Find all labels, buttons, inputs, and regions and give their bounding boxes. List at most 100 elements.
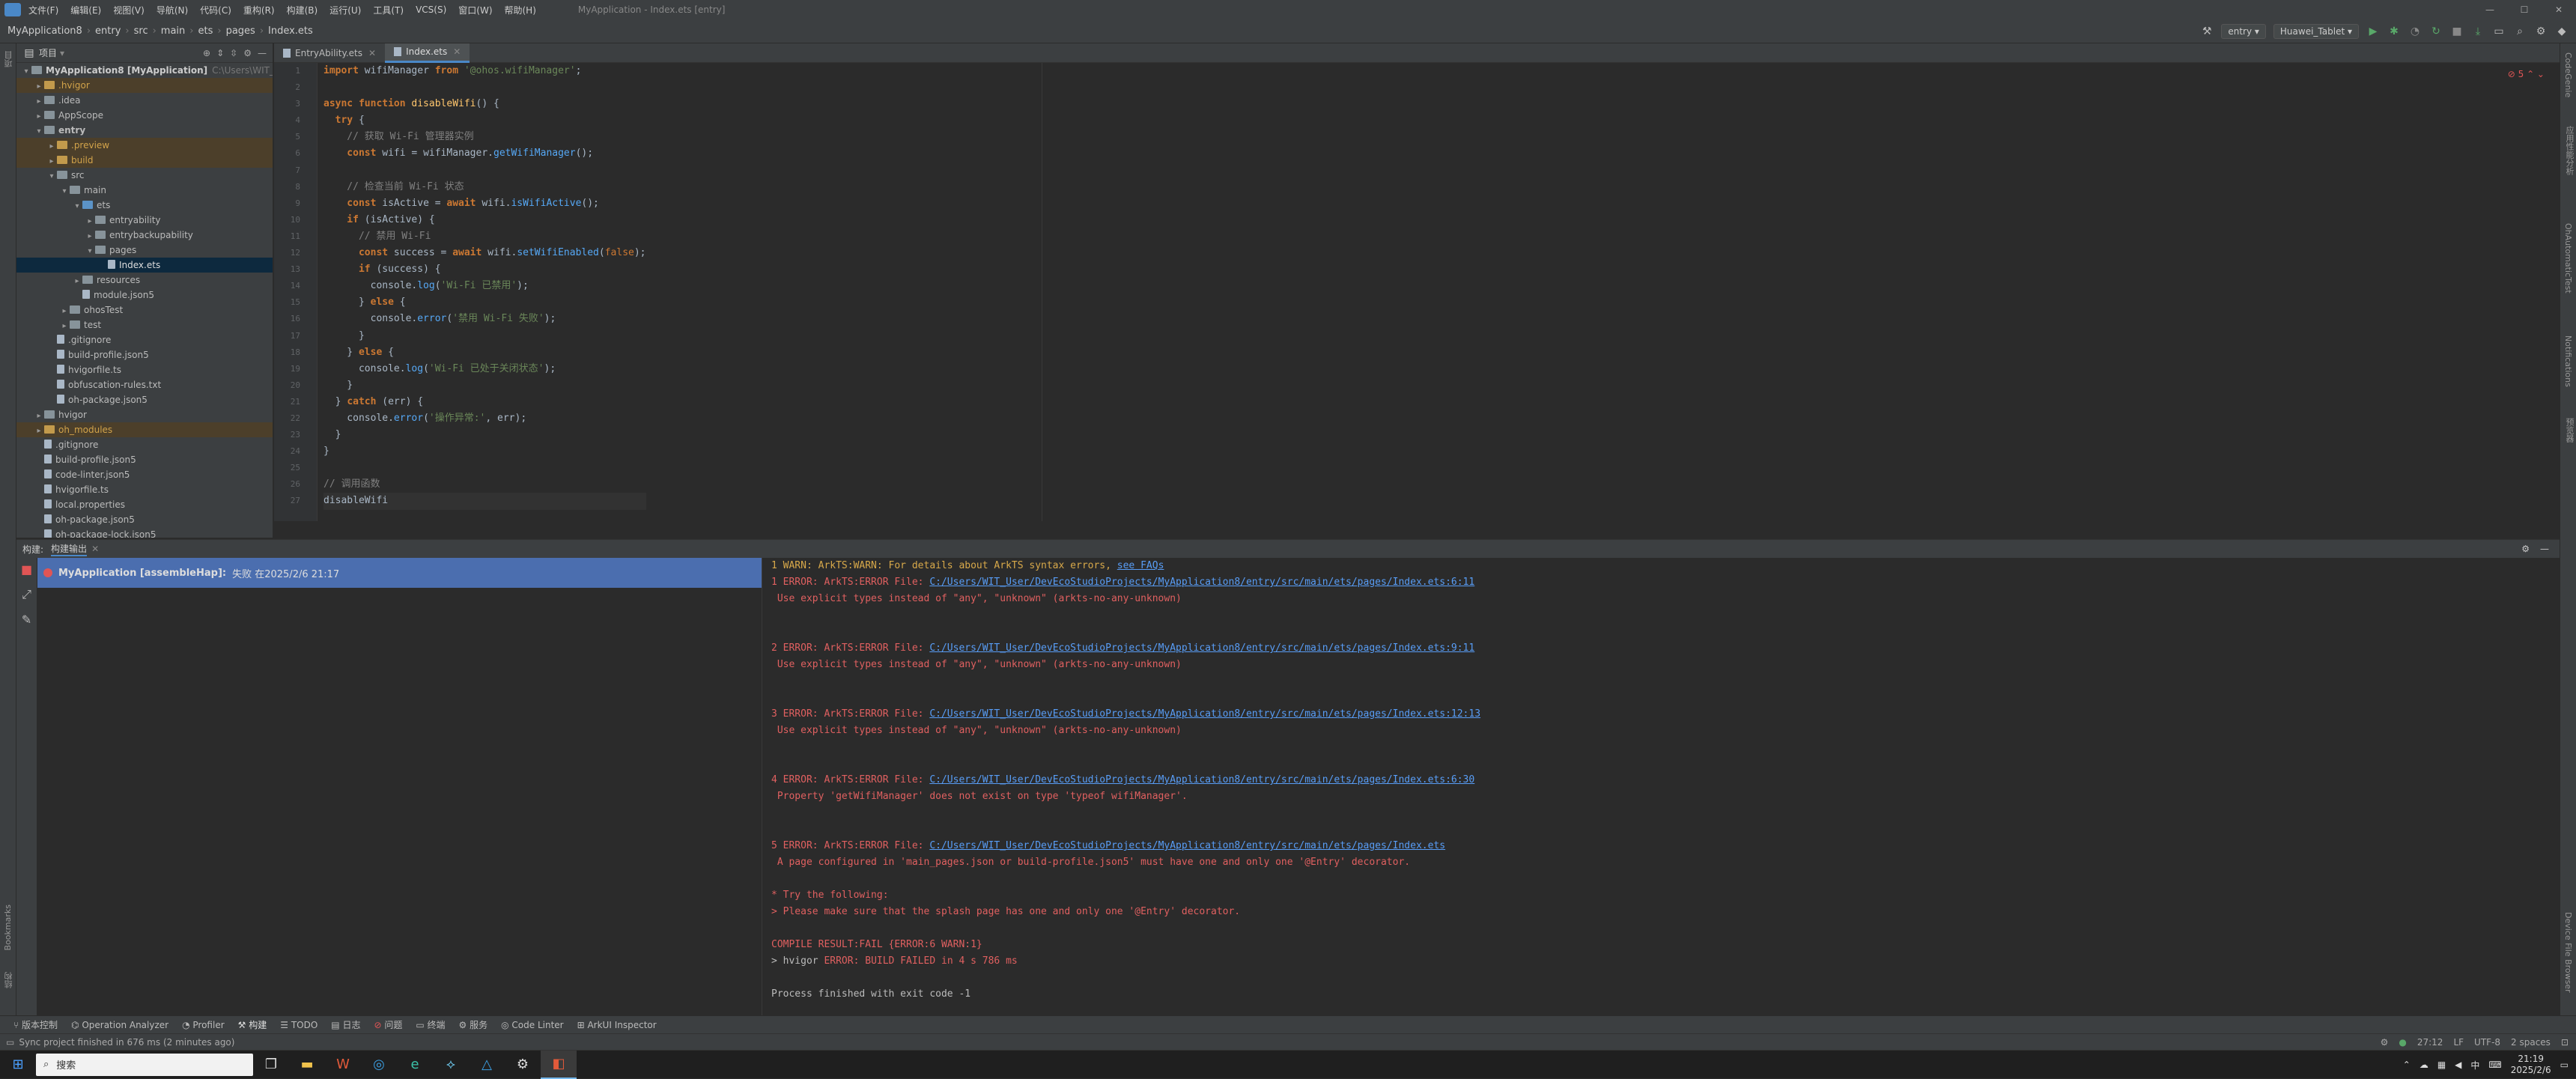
menu-item[interactable]: 重构(R) <box>243 4 275 16</box>
bottom-tab[interactable]: ⊘ 问题 <box>374 1018 402 1031</box>
device-file-browser-tool-tab[interactable]: Device File Browser <box>2563 912 2573 993</box>
chevron-right-icon[interactable]: ▸ <box>34 424 44 439</box>
search-icon[interactable]: ⌕ <box>2513 25 2527 38</box>
error-count-badge[interactable]: ⊘ 5 ⌃ ⌄ <box>2508 69 2545 79</box>
hide-icon[interactable]: — <box>2540 544 2549 554</box>
close-icon[interactable]: ✕ <box>2542 0 2576 19</box>
locate-icon[interactable]: ⊕ <box>203 48 210 58</box>
chevron-right-icon[interactable]: ▸ <box>34 94 44 109</box>
chevron-right-icon[interactable]: ▸ <box>72 274 82 289</box>
line-separator[interactable]: LF <box>2453 1037 2464 1048</box>
edge-browser-icon[interactable]: e <box>397 1051 433 1079</box>
run-icon[interactable]: ▶ <box>2366 25 2380 38</box>
collapse-all-icon[interactable]: ⇳ <box>230 48 237 58</box>
menu-item[interactable]: 视图(V) <box>113 4 145 16</box>
search-app-icon[interactable]: ◎ <box>361 1051 397 1079</box>
chevron-down-icon[interactable]: ▾ <box>59 184 70 199</box>
close-icon[interactable]: ✕ <box>453 42 461 61</box>
bottom-tab[interactable]: ▤ 日志 <box>331 1018 360 1031</box>
taskbar-search[interactable]: ⌕ 搜索 <box>36 1053 253 1076</box>
stop-icon[interactable]: ■ <box>2450 25 2464 38</box>
volume-icon[interactable]: ◀ <box>2455 1060 2461 1070</box>
tree-item[interactable]: build-profile.json5 <box>16 347 273 362</box>
tree-item[interactable]: .gitignore <box>16 437 273 452</box>
chevron-right-icon[interactable]: ▸ <box>46 139 57 154</box>
settings-icon[interactable]: ⚙ <box>505 1051 541 1079</box>
bottom-tab[interactable]: ⌬ Operation Analyzer <box>71 1020 168 1030</box>
taskbar-clock[interactable]: 21:19 2025/2/6 <box>2511 1054 2551 1076</box>
tree-item[interactable]: ▾ pages <box>16 243 273 258</box>
close-icon[interactable]: ✕ <box>91 544 99 554</box>
chevron-down-icon[interactable]: ▾ <box>72 199 82 214</box>
bottom-tab[interactable]: ◎ Code Linter <box>501 1020 563 1030</box>
logo-icon[interactable]: ◆ <box>2555 25 2569 38</box>
problems-icon[interactable]: ⚙ <box>2381 1037 2389 1048</box>
bottom-tab[interactable]: ⊞ ArkUI Inspector <box>577 1020 657 1030</box>
bottom-tab[interactable]: ☰ TODO <box>280 1020 318 1030</box>
breadcrumb-item[interactable]: src <box>134 25 148 37</box>
tree-item[interactable]: ▸ test <box>16 317 273 332</box>
bottom-tab[interactable]: ⑂ 版本控制 <box>13 1018 58 1031</box>
attach-debugger-icon[interactable]: ⤓ <box>2471 25 2485 38</box>
tree-item[interactable]: ▸ entryability <box>16 213 273 228</box>
inspection-icon[interactable]: ● <box>2399 1037 2406 1048</box>
cloud-icon[interactable]: ☁ <box>2419 1060 2428 1070</box>
menu-item[interactable]: 导航(N) <box>157 4 188 16</box>
status-message[interactable]: Sync project finished in 676 ms (2 minut… <box>19 1037 234 1048</box>
chevron-right-icon[interactable]: ▸ <box>34 109 44 124</box>
gear-icon[interactable]: ⚙ <box>2521 544 2530 554</box>
ime-settings-icon[interactable]: ⌨ <box>2488 1060 2501 1070</box>
console-link[interactable]: C:/Users/WIT_User/DevEcoStudioProjects/M… <box>929 774 1474 785</box>
indent-setting[interactable]: 2 spaces <box>2511 1037 2551 1048</box>
profile-icon[interactable]: ◔ <box>2408 25 2422 38</box>
vscode-icon[interactable]: ⟡ <box>433 1051 469 1079</box>
file-encoding[interactable]: UTF-8 <box>2474 1037 2500 1048</box>
tree-item[interactable]: .gitignore <box>16 332 273 347</box>
breadcrumb-item[interactable]: entry <box>95 25 121 37</box>
chevron-down-icon[interactable]: ▾ <box>46 169 57 184</box>
pin-icon[interactable]: ✎ <box>16 613 37 627</box>
chevron-right-icon[interactable]: ▸ <box>34 409 44 424</box>
maximize-icon[interactable]: ☐ <box>2507 0 2542 19</box>
input-method-label[interactable]: 中 <box>2470 1059 2479 1072</box>
deveco-icon[interactable]: △ <box>469 1051 505 1079</box>
console-link[interactable]: C:/Users/WIT_User/DevEcoStudioProjects/M… <box>929 577 1474 588</box>
menu-item[interactable]: 代码(C) <box>200 4 231 16</box>
chevron-right-icon[interactable]: ▸ <box>85 214 95 229</box>
tree-item[interactable]: ▾ entry <box>16 123 273 138</box>
tree-item[interactable]: oh-package-lock.json5 <box>16 527 273 538</box>
tree-item[interactable]: ▾ MyApplication8 [MyApplication] C:\Users\… <box>16 63 273 78</box>
bottom-tab[interactable]: ▭ 终端 <box>416 1018 445 1031</box>
project-view-dropdown-icon[interactable]: ▾ <box>60 48 64 58</box>
menu-item[interactable]: 运行(U) <box>329 4 361 16</box>
tree-item[interactable]: ▸ entrybackupability <box>16 228 273 243</box>
wps-office-icon[interactable]: W <box>325 1051 361 1079</box>
deveco-studio-icon[interactable]: ◧ <box>541 1050 577 1079</box>
tree-item[interactable]: ▸ AppScope <box>16 108 273 123</box>
tree-item[interactable]: Index.ets <box>16 258 273 273</box>
windows-start-icon[interactable]: ⊞ <box>0 1051 36 1079</box>
task-view-icon[interactable]: ❐ <box>253 1051 289 1079</box>
previewer-tool-tab[interactable]: 预览器 <box>2563 418 2575 443</box>
chevron-down-icon[interactable]: ▾ <box>21 64 31 79</box>
tree-item[interactable]: ▾ src <box>16 168 273 183</box>
breadcrumb-item[interactable]: Index.ets <box>268 25 313 37</box>
code-area[interactable]: import wifiManager from '@ohos.wifiManag… <box>323 63 646 510</box>
stop-icon[interactable]: ■ <box>16 562 37 577</box>
breadcrumb-item[interactable]: main <box>161 25 185 37</box>
breadcrumb-item[interactable]: MyApplication8 <box>7 25 82 37</box>
build-tab-label[interactable]: 构建: <box>22 543 43 556</box>
close-icon[interactable]: ✕ <box>368 43 376 63</box>
hammer-icon[interactable]: ⚒ <box>2200 25 2214 38</box>
bottom-tab[interactable]: ⚒ 构建 <box>238 1018 267 1031</box>
breadcrumb-item[interactable]: pages <box>226 25 255 37</box>
project-panel-title[interactable]: 项目 <box>39 46 57 59</box>
project-tool-tab[interactable]: 项目 <box>3 51 15 67</box>
chevron-up-icon[interactable]: ⌃ <box>2403 1060 2411 1070</box>
tree-item[interactable]: ▸ .idea <box>16 93 273 108</box>
menu-item[interactable]: 帮助(H) <box>505 4 536 16</box>
chevron-right-icon[interactable]: ▸ <box>59 304 70 319</box>
notifications-tool-tab[interactable]: Notifications <box>2563 335 2573 387</box>
console-link[interactable]: C:/Users/WIT_User/DevEcoStudioProjects/M… <box>929 642 1474 654</box>
menu-item[interactable]: VCS(S) <box>416 4 446 15</box>
